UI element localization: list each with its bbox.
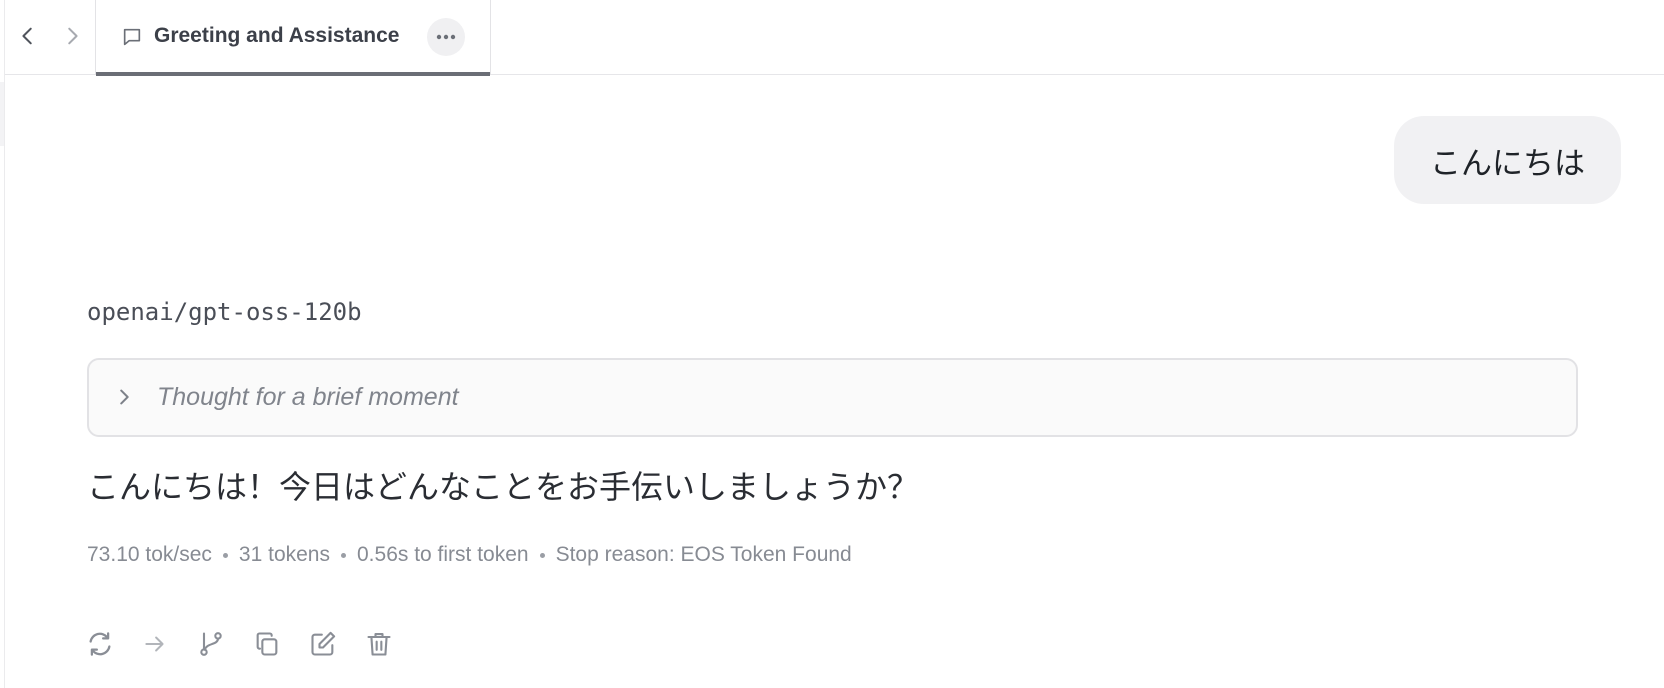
thought-disclosure[interactable]: Thought for a brief moment — [87, 358, 1578, 437]
chat-window: Greeting and Assistance こんにちは openai/gpt… — [0, 0, 1664, 688]
branch-button[interactable] — [195, 628, 227, 660]
chevron-right-icon — [68, 27, 78, 45]
generation-stats: 73.10 tok/sec 31 tokens 0.56s to first t… — [87, 543, 852, 567]
branch-icon — [200, 632, 222, 656]
stat-speed: 73.10 tok/sec — [87, 543, 212, 566]
tab-title: Greeting and Assistance — [154, 24, 400, 47]
chevron-left-icon — [22, 27, 32, 45]
stat-separator — [539, 552, 545, 558]
forward-button[interactable] — [54, 18, 90, 54]
delete-icon — [367, 633, 391, 656]
stat-separator — [222, 552, 228, 558]
model-name-label: openai/gpt-oss-120b — [87, 298, 362, 326]
tab-greeting-and-assistance[interactable]: Greeting and Assistance — [95, 0, 491, 76]
continue-arrow-icon — [145, 636, 164, 652]
chat-bubble-icon — [123, 28, 141, 46]
user-message-bubble: こんにちは — [1394, 116, 1621, 204]
assistant-message: こんにちは！今日はどんなことをお手伝いしましょうか？ — [87, 468, 920, 506]
active-tab-indicator — [96, 72, 490, 76]
edit-icon — [311, 631, 336, 656]
stat-separator — [341, 552, 346, 558]
sidebar-edge-highlight — [0, 82, 4, 146]
regenerate-icon — [89, 632, 111, 656]
left-sidebar-edge — [0, 0, 5, 688]
stat-tokens: 31 tokens — [238, 543, 330, 566]
edit-button[interactable] — [307, 628, 339, 660]
tab-more-button[interactable] — [427, 18, 465, 56]
chevron-right-icon — [120, 389, 129, 405]
delete-button[interactable] — [363, 628, 395, 660]
stat-first-token: 0.56s to first token — [357, 543, 529, 566]
thought-label: Thought for a brief moment — [157, 383, 459, 411]
tab-bar: Greeting and Assistance — [5, 0, 1664, 76]
continue-button[interactable] — [139, 628, 171, 660]
regenerate-button[interactable] — [84, 628, 116, 660]
stat-stop-reason: Stop reason: EOS Token Found — [555, 543, 852, 566]
more-horizontal-icon — [436, 34, 456, 40]
copy-icon — [256, 632, 278, 656]
copy-button[interactable] — [251, 628, 283, 660]
back-button[interactable] — [10, 18, 46, 54]
